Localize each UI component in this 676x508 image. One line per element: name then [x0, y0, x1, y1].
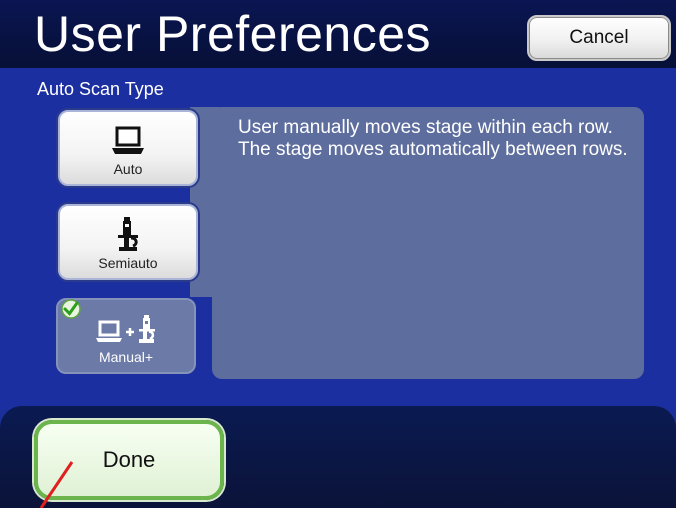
mode-label-manual-plus: Manual+ — [98, 349, 154, 365]
cancel-button[interactable]: Cancel — [527, 15, 671, 61]
done-button[interactable]: Done — [34, 420, 224, 500]
mode-label-auto: Auto — [113, 161, 143, 177]
semiauto-mode-button[interactable]: Semiauto — [58, 204, 198, 280]
user-preferences-screen: User Preferences Cancel Auto Scan Type U… — [0, 0, 676, 508]
mode-label-semiauto: Semiauto — [98, 255, 158, 271]
auto-mode-button[interactable]: Auto — [58, 110, 198, 186]
page-title: User Preferences — [34, 6, 432, 62]
microscope-icon — [60, 216, 196, 252]
checkmark-icon — [60, 298, 82, 320]
laptop-icon — [60, 126, 196, 156]
auto-scan-type-label: Auto Scan Type — [37, 79, 164, 99]
description-text: User manually moves stage within each ro… — [238, 117, 628, 160]
